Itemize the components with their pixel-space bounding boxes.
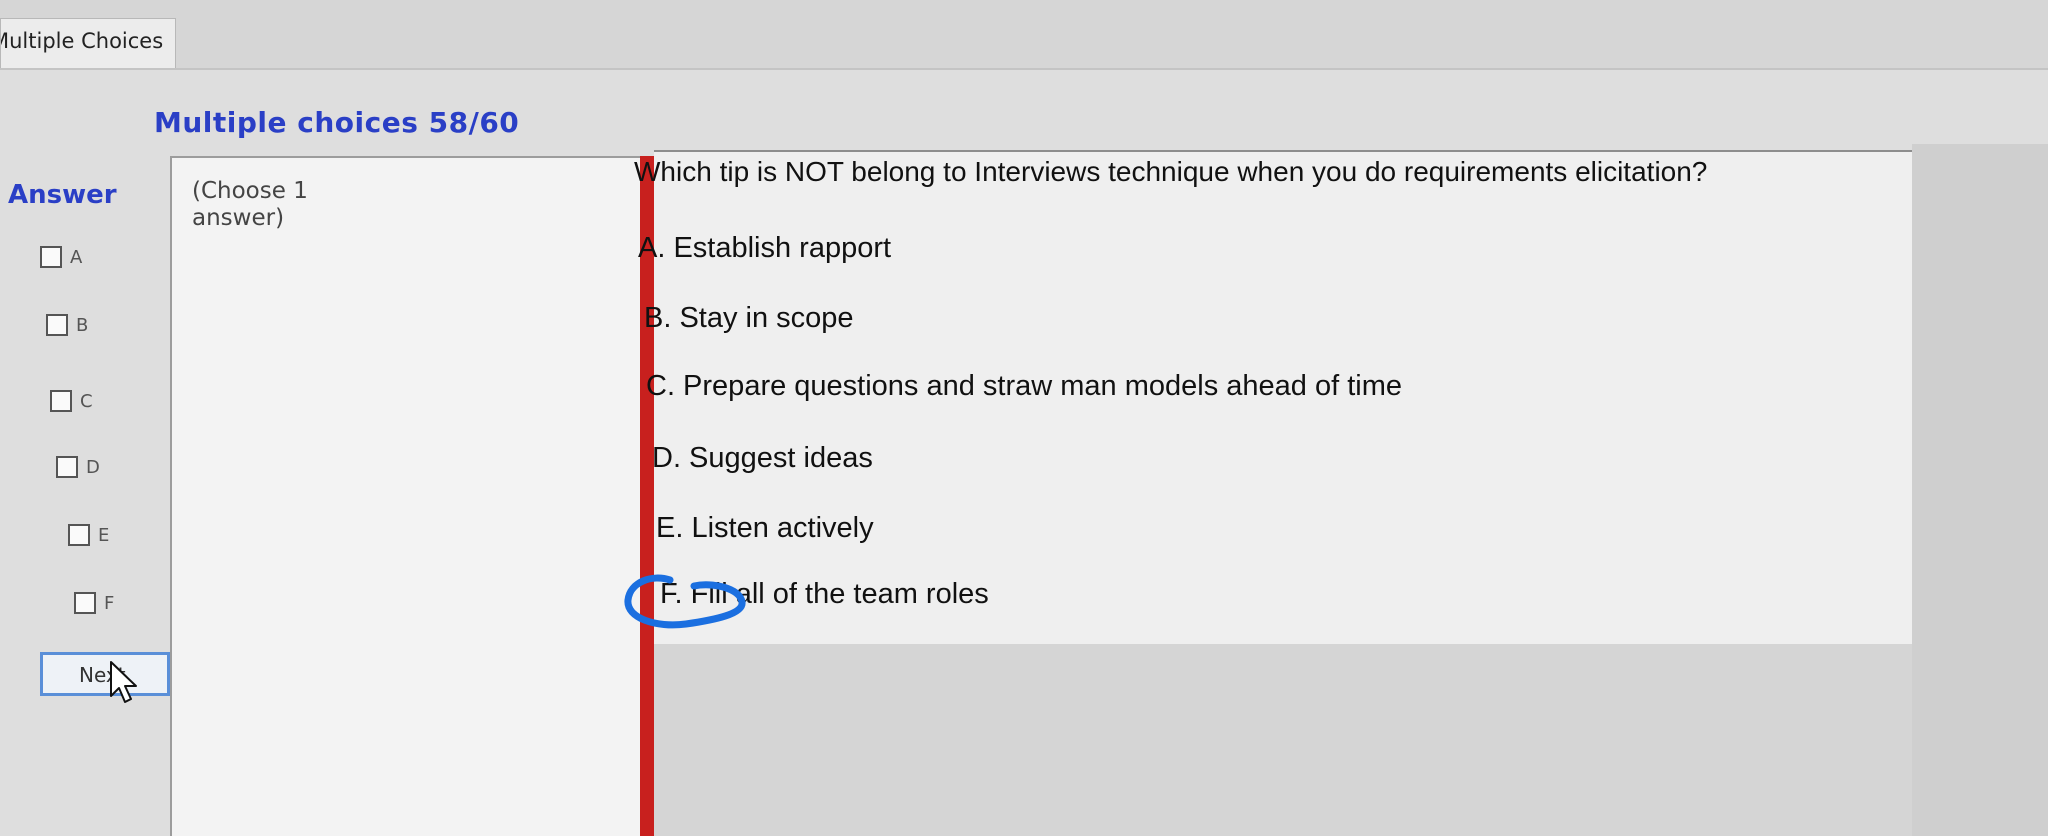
page-title: Multiple choices 58/60 — [154, 106, 520, 139]
option-letter: D — [86, 456, 100, 478]
handwritten-circle-annotation — [624, 574, 746, 629]
option-letter: A — [70, 246, 83, 268]
checkbox-e[interactable] — [68, 524, 90, 546]
choice-e: E. Listen actively — [656, 512, 874, 544]
choice-d: D. Suggest ideas — [652, 442, 873, 474]
tab-strip: Multiple Choices — [0, 0, 2048, 70]
answer-option-d[interactable]: D — [56, 456, 100, 478]
checkbox-c[interactable] — [50, 390, 72, 412]
tab-multiple-choices[interactable]: Multiple Choices — [0, 18, 176, 68]
option-letter: F — [104, 592, 115, 614]
answer-option-b[interactable]: B — [46, 314, 88, 336]
answer-option-f[interactable]: F — [74, 592, 114, 614]
choice-c: C. Prepare questions and straw man model… — [646, 370, 1403, 402]
checkbox-d[interactable] — [56, 456, 78, 478]
choice-b: B. Stay in scope — [644, 302, 854, 334]
panel-background — [1912, 144, 2048, 836]
answer-option-a[interactable]: A — [40, 246, 82, 268]
checkbox-f[interactable] — [74, 592, 96, 614]
panel-background — [654, 644, 2048, 836]
choice-a: A. Establish rapport — [638, 232, 892, 264]
instruction-panel: (Choose 1 answer) — [170, 156, 640, 836]
question-text: Which tip is NOT belong to Interviews te… — [634, 156, 1708, 187]
option-letter: C — [80, 390, 93, 412]
option-letter: B — [76, 314, 89, 336]
instruction-text: (Choose 1 answer) — [192, 178, 308, 231]
checkbox-a[interactable] — [40, 246, 62, 268]
next-button[interactable]: Next — [40, 652, 170, 696]
mouse-pointer-icon — [110, 661, 137, 703]
answer-option-e[interactable]: E — [68, 524, 109, 546]
quiz-window: Multiple Choices Multiple choices 58/60 … — [0, 0, 2048, 836]
option-letter: E — [98, 524, 110, 546]
answer-heading: Answer — [8, 180, 117, 210]
checkbox-b[interactable] — [46, 314, 68, 336]
answer-option-c[interactable]: C — [50, 390, 93, 412]
